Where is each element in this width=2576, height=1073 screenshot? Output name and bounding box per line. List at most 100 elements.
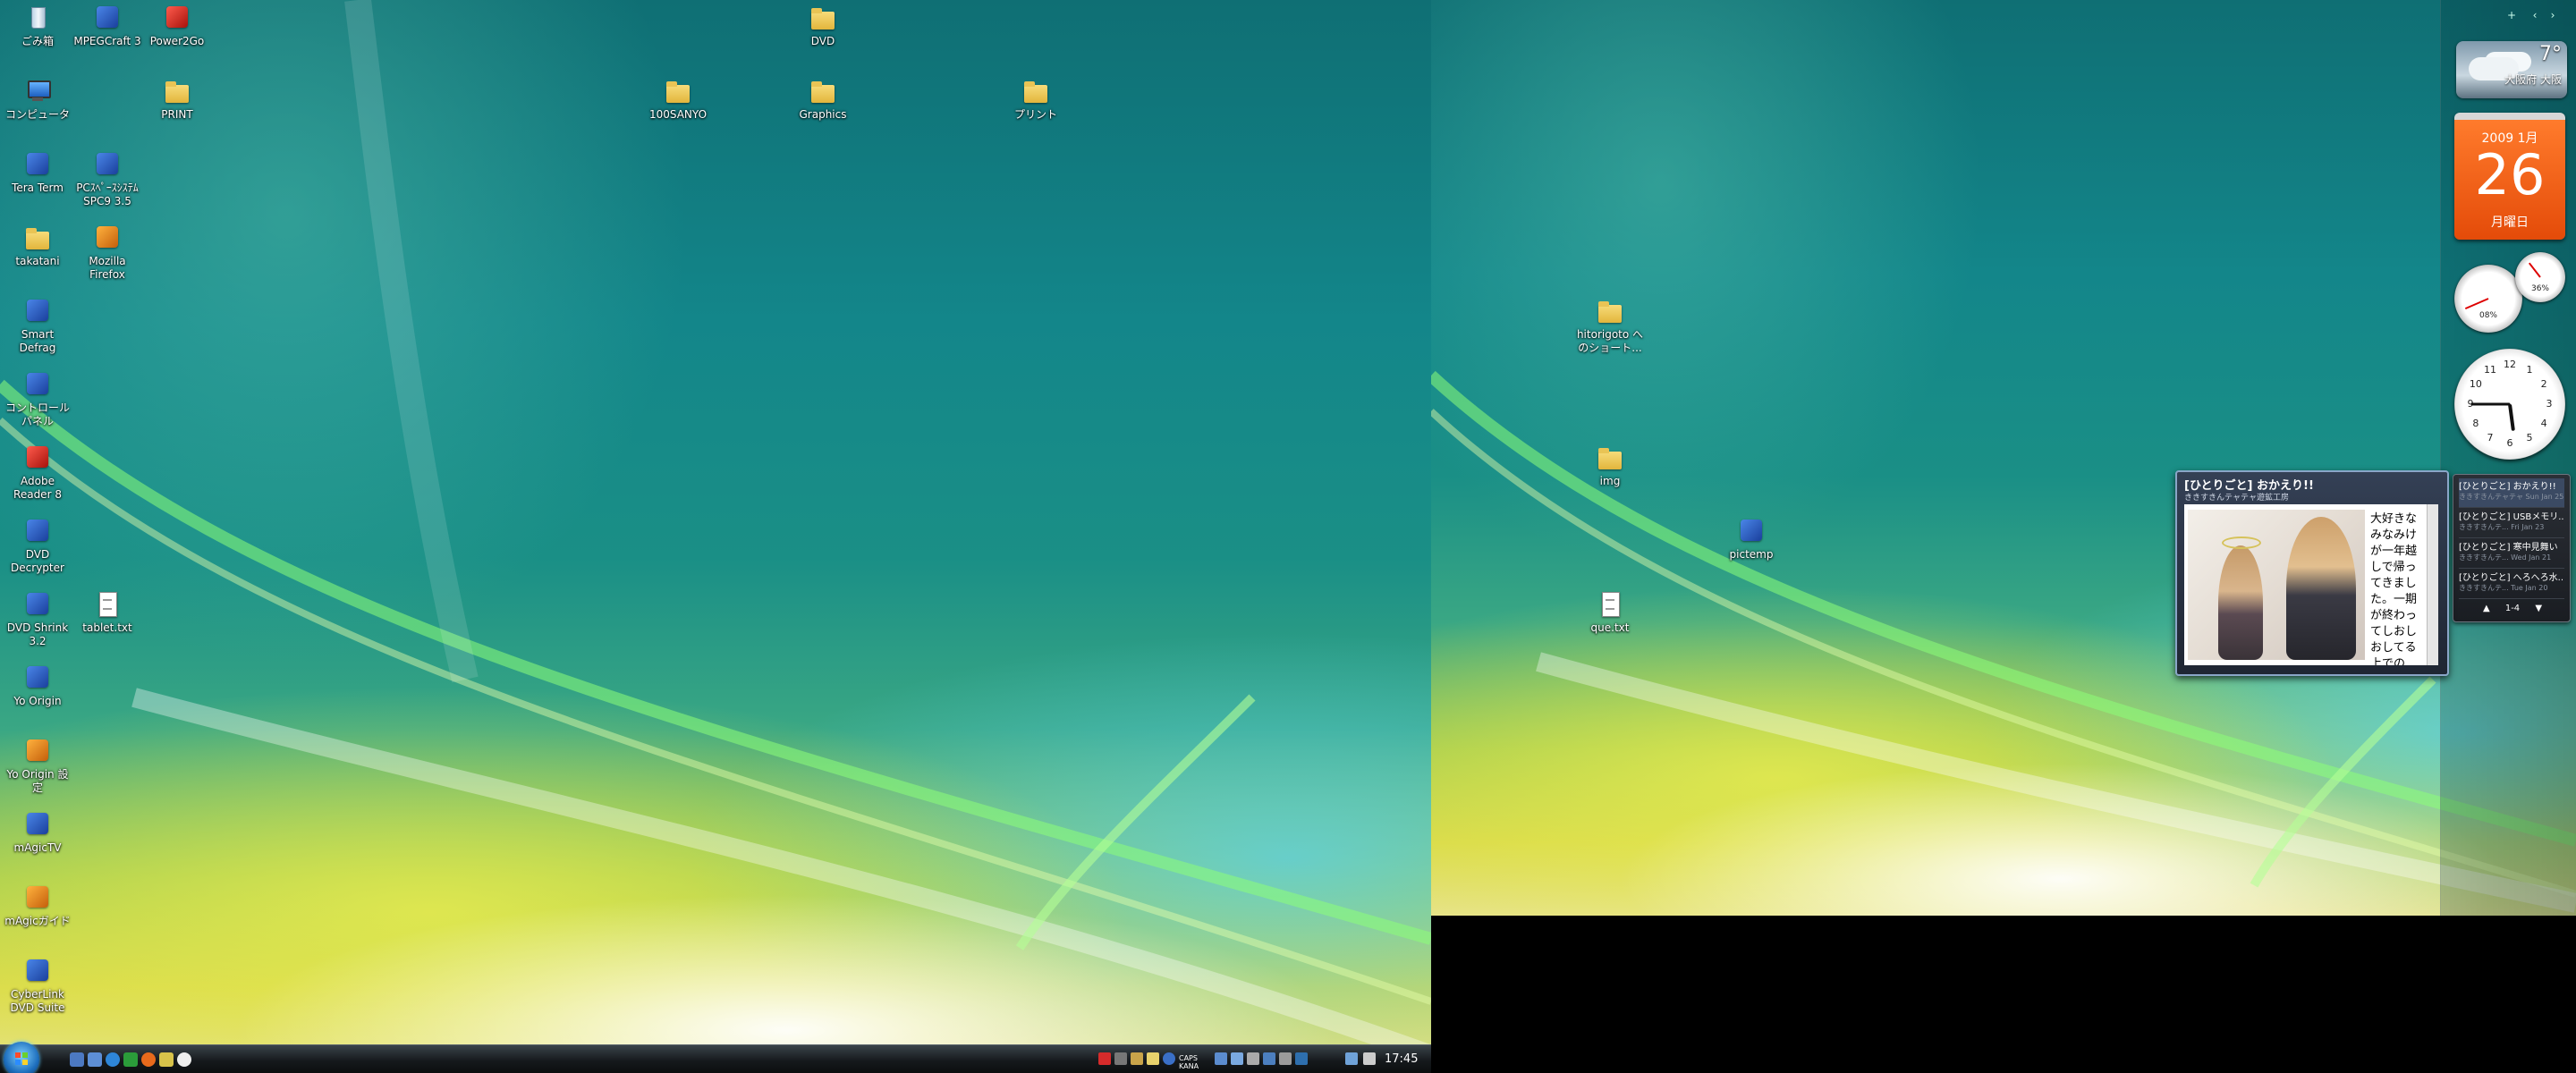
- desktop-icon-adobe-reader[interactable]: Adobe Reader 8: [0, 444, 75, 502]
- desktop-icon-power2go[interactable]: Power2Go: [140, 4, 215, 48]
- flyout-scrollbar[interactable]: [2427, 504, 2438, 665]
- feed-item[interactable]: [ひとりごと] へろへろ水... ききすきんテ... Tue Jan 20: [2459, 570, 2564, 599]
- weather-temperature: 7°: [2539, 43, 2562, 65]
- spc9-icon: [93, 150, 122, 179]
- pager-prev-icon[interactable]: ▲: [2483, 604, 2490, 613]
- internet-explorer-icon[interactable]: [106, 1052, 120, 1067]
- desktop-icon-100sanyo-folder[interactable]: 100SANYO: [640, 77, 716, 122]
- desktop-icon-smart-defrag[interactable]: Smart Defrag: [0, 297, 75, 355]
- tray-app4-icon[interactable]: [1231, 1052, 1243, 1065]
- desktop-icon-control-panel[interactable]: コントロール パネル: [0, 370, 75, 428]
- quicklaunch-clock-icon[interactable]: [177, 1052, 191, 1067]
- desktop-icon-spc9[interactable]: PCｽﾍﾟｰｽｼｽﾃﾑ SPC9 3.5: [70, 150, 145, 208]
- desktop-icon-graphics-folder[interactable]: Graphics: [785, 77, 860, 122]
- feed-item[interactable]: [ひとりごと] おかえり!! ききすきんテャテャ Sun Jan 25: [2459, 478, 2564, 508]
- desktop-icon-pictemp[interactable]: pictemp: [1714, 517, 1789, 562]
- taskbar-clock[interactable]: 17:45: [1385, 1052, 1418, 1066]
- tray-app-icon[interactable]: [1131, 1052, 1143, 1065]
- pictemp-icon: [1737, 517, 1766, 545]
- firefox-quicklaunch-icon[interactable]: [141, 1052, 156, 1067]
- magic-guide-icon: [23, 883, 52, 912]
- tray-app8-icon[interactable]: [1295, 1052, 1308, 1065]
- feed-headlines-gadget: [ひとりごと] おかえり!! ききすきんテャテャ Sun Jan 25 [ひとり…: [2453, 474, 2571, 622]
- desktop-icon-que-txt[interactable]: que.txt: [1572, 590, 1648, 635]
- illustration-figure-right: [2286, 517, 2356, 660]
- desktop-icon-computer[interactable]: コンピュータ: [0, 77, 75, 122]
- tray-app6-icon[interactable]: [1263, 1052, 1275, 1065]
- cyberlink-icon: [23, 957, 52, 985]
- firefox-icon: [93, 224, 122, 252]
- feed-item[interactable]: [ひとりごと] 寒中見舞い ききすきんテ... Wed Jan 21: [2459, 539, 2564, 569]
- clock-numeral: 1: [2526, 363, 2533, 376]
- folder-icon: [23, 224, 52, 252]
- cpu-meter-gadget[interactable]: 08% 36%: [2454, 252, 2565, 338]
- feed-flyout: [ひとりごと] おかえり!! ききすきんテャテャ遊鉱工房 大好きなみなみけが一年…: [2175, 470, 2449, 676]
- network-icon[interactable]: [1345, 1052, 1358, 1065]
- cpu-percent: 08%: [2479, 311, 2497, 321]
- tray-red-icon[interactable]: [1098, 1052, 1111, 1065]
- desktop-icon-takatani[interactable]: takatani: [0, 224, 75, 268]
- sidebar-add-gadget-button[interactable]: +: [2505, 9, 2518, 21]
- tray-app3-icon[interactable]: [1215, 1052, 1227, 1065]
- sidebar-prev-button[interactable]: ‹: [2529, 9, 2541, 21]
- right-monitor: hitorigoto へ のショート... img pictemp que.tx…: [1431, 0, 2576, 916]
- folder-icon: [809, 4, 837, 32]
- feed-page-range: 1-4: [2504, 604, 2521, 613]
- desktop-icon-dvd-decrypter[interactable]: DVD Decrypter: [0, 517, 75, 575]
- desktop-icon-hitorigoto-shortcut[interactable]: hitorigoto へ のショート...: [1572, 297, 1648, 355]
- desktop-icon-yo-origin-settings[interactable]: Yo Origin 設 定: [0, 737, 75, 795]
- desktop-icon-magic-guide[interactable]: mAgicガイド: [0, 883, 75, 928]
- start-button[interactable]: [4, 1042, 39, 1073]
- tray-ime-icon[interactable]: [1114, 1052, 1127, 1065]
- taskbar: CAPS KANA 17:45: [0, 1042, 1431, 1073]
- desktop-icon-dvd-shrink[interactable]: DVD Shrink 3.2: [0, 590, 75, 648]
- clock-numeral: 4: [2540, 418, 2547, 429]
- feed-pager[interactable]: ▲ 1-4 ▼: [2471, 604, 2554, 616]
- yo-origin-icon: [23, 663, 52, 692]
- show-desktop-icon[interactable]: [70, 1052, 84, 1067]
- desktop-icon-cyberlink-dvd-suite[interactable]: CyberLink DVD Suite: [0, 957, 75, 1015]
- folder-icon: [163, 77, 191, 106]
- control-panel-icon: [23, 370, 52, 399]
- folder-icon: [1021, 77, 1050, 106]
- flyout-illustration: [2188, 510, 2365, 660]
- clock-gadget[interactable]: 121234567891011: [2454, 349, 2565, 460]
- flyout-text: 大好きなみなみけが一年越しで帰ってきました。一期が終わってしおしおしてる上での.…: [2370, 512, 2418, 665]
- halo-icon: [2222, 536, 2261, 549]
- desktop-icon-yo-origin[interactable]: Yo Origin: [0, 663, 75, 708]
- cpu-needle: [2464, 298, 2489, 310]
- desktop-icon-print-folder[interactable]: PRINT: [140, 77, 215, 122]
- desktop-icon-img-folder[interactable]: img: [1572, 444, 1648, 488]
- desktop-icon-mpegcraft[interactable]: MPEGCraft 3: [70, 4, 145, 48]
- clock-numeral: 2: [2540, 378, 2547, 390]
- calendar-gadget[interactable]: 2009 1月 26 月曜日: [2454, 113, 2565, 240]
- quicklaunch-app-icon[interactable]: [123, 1052, 138, 1067]
- desktop-icon-tera-term[interactable]: Tera Term: [0, 150, 75, 195]
- desktop-icon-tablet-txt[interactable]: tablet.txt: [70, 590, 145, 635]
- folder-icon: [664, 77, 692, 106]
- desktop-icon-firefox[interactable]: Mozilla Firefox: [70, 224, 145, 282]
- quicklaunch-app2-icon[interactable]: [159, 1052, 174, 1067]
- pager-next-icon[interactable]: ▼: [2535, 604, 2542, 613]
- tray-app2-icon[interactable]: [1147, 1052, 1159, 1065]
- feed-item[interactable]: [ひとりごと] USBメモリ... ききすきんテ... Fri Jan 23: [2459, 509, 2564, 538]
- sidebar-next-button[interactable]: ›: [2546, 9, 2559, 21]
- tray-app7-icon[interactable]: [1279, 1052, 1292, 1065]
- clock-hour-hand: [2508, 403, 2515, 432]
- tray-help-icon[interactable]: [1163, 1052, 1175, 1065]
- switch-windows-icon[interactable]: [88, 1052, 102, 1067]
- yo-origin-settings-icon: [23, 737, 52, 765]
- clock-numeral: 6: [2506, 437, 2513, 449]
- clock-numeral: 7: [2487, 432, 2494, 444]
- desktop-icon-recycle-bin[interactable]: ごみ箱: [0, 4, 75, 48]
- volume-icon[interactable]: [1363, 1052, 1376, 1065]
- desktop-icon-dvd-folder[interactable]: DVD: [785, 4, 860, 48]
- weather-gadget[interactable]: 7° 大阪府 大阪: [2456, 41, 2567, 98]
- desktop-icon-print-jp-folder[interactable]: プリント: [998, 77, 1073, 122]
- tray-app5-icon[interactable]: [1247, 1052, 1259, 1065]
- tera-term-icon: [23, 150, 52, 179]
- folder-icon: [809, 77, 837, 106]
- dvd-decrypter-icon: [23, 517, 52, 545]
- desktop-icon-magictv[interactable]: mAgicTV: [0, 810, 75, 855]
- calendar-weekday: 月曜日: [2491, 215, 2529, 230]
